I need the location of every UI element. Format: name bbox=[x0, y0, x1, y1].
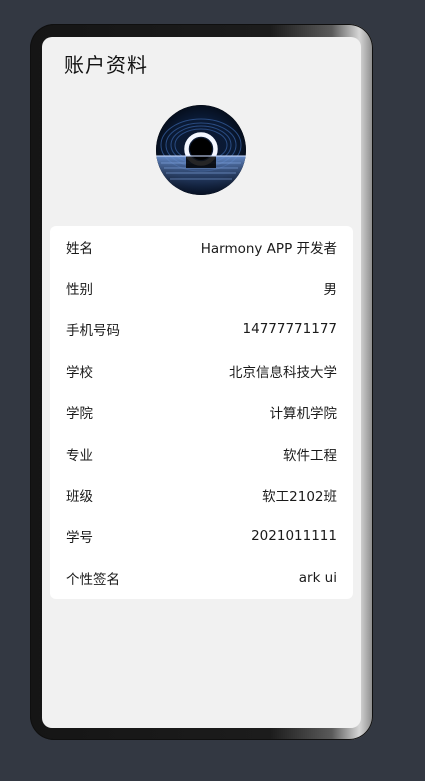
avatar-image-icon bbox=[156, 105, 246, 195]
row-label: 学院 bbox=[66, 406, 93, 423]
profile-row-gender: 性别 男 bbox=[50, 267, 353, 308]
profile-card: 姓名 Harmony APP 开发者 性别 男 手机号码 14777771177… bbox=[50, 226, 353, 599]
profile-row-signature: 个性签名 ark ui bbox=[50, 557, 353, 598]
row-label: 性别 bbox=[66, 282, 93, 299]
row-label: 学号 bbox=[66, 530, 93, 547]
row-label: 班级 bbox=[66, 489, 93, 506]
row-value: 计算机学院 bbox=[269, 406, 338, 423]
profile-row-student-id: 学号 2021011111 bbox=[50, 516, 353, 557]
row-label: 专业 bbox=[66, 447, 93, 464]
profile-row-school: 学校 北京信息科技大学 bbox=[50, 350, 353, 391]
row-label: 手机号码 bbox=[66, 323, 120, 340]
row-label: 个性签名 bbox=[66, 571, 120, 588]
avatar[interactable] bbox=[156, 105, 246, 195]
profile-row-name: 姓名 Harmony APP 开发者 bbox=[50, 226, 353, 267]
row-value: 北京信息科技大学 bbox=[229, 364, 337, 381]
row-value: 男 bbox=[323, 282, 338, 299]
row-value: Harmony APP 开发者 bbox=[200, 240, 337, 257]
profile-row-college: 学院 计算机学院 bbox=[50, 392, 353, 433]
row-value: 2021011111 bbox=[251, 528, 337, 545]
row-label: 姓名 bbox=[66, 240, 93, 257]
profile-row-class: 班级 软工2102班 bbox=[50, 474, 353, 515]
row-value: 14777771177 bbox=[242, 321, 337, 338]
app-screen: 账户资料 姓名 Harmony APP 开发者 性别 男 手机号码 147777… bbox=[42, 37, 361, 728]
profile-row-major: 专业 软件工程 bbox=[50, 433, 353, 474]
row-value: 软件工程 bbox=[283, 447, 337, 464]
row-label: 学校 bbox=[66, 364, 93, 381]
page-title: 账户资料 bbox=[64, 53, 148, 77]
profile-row-phone: 手机号码 14777771177 bbox=[50, 309, 353, 350]
row-value: ark ui bbox=[298, 569, 337, 586]
row-value: 软工2102班 bbox=[262, 489, 337, 506]
